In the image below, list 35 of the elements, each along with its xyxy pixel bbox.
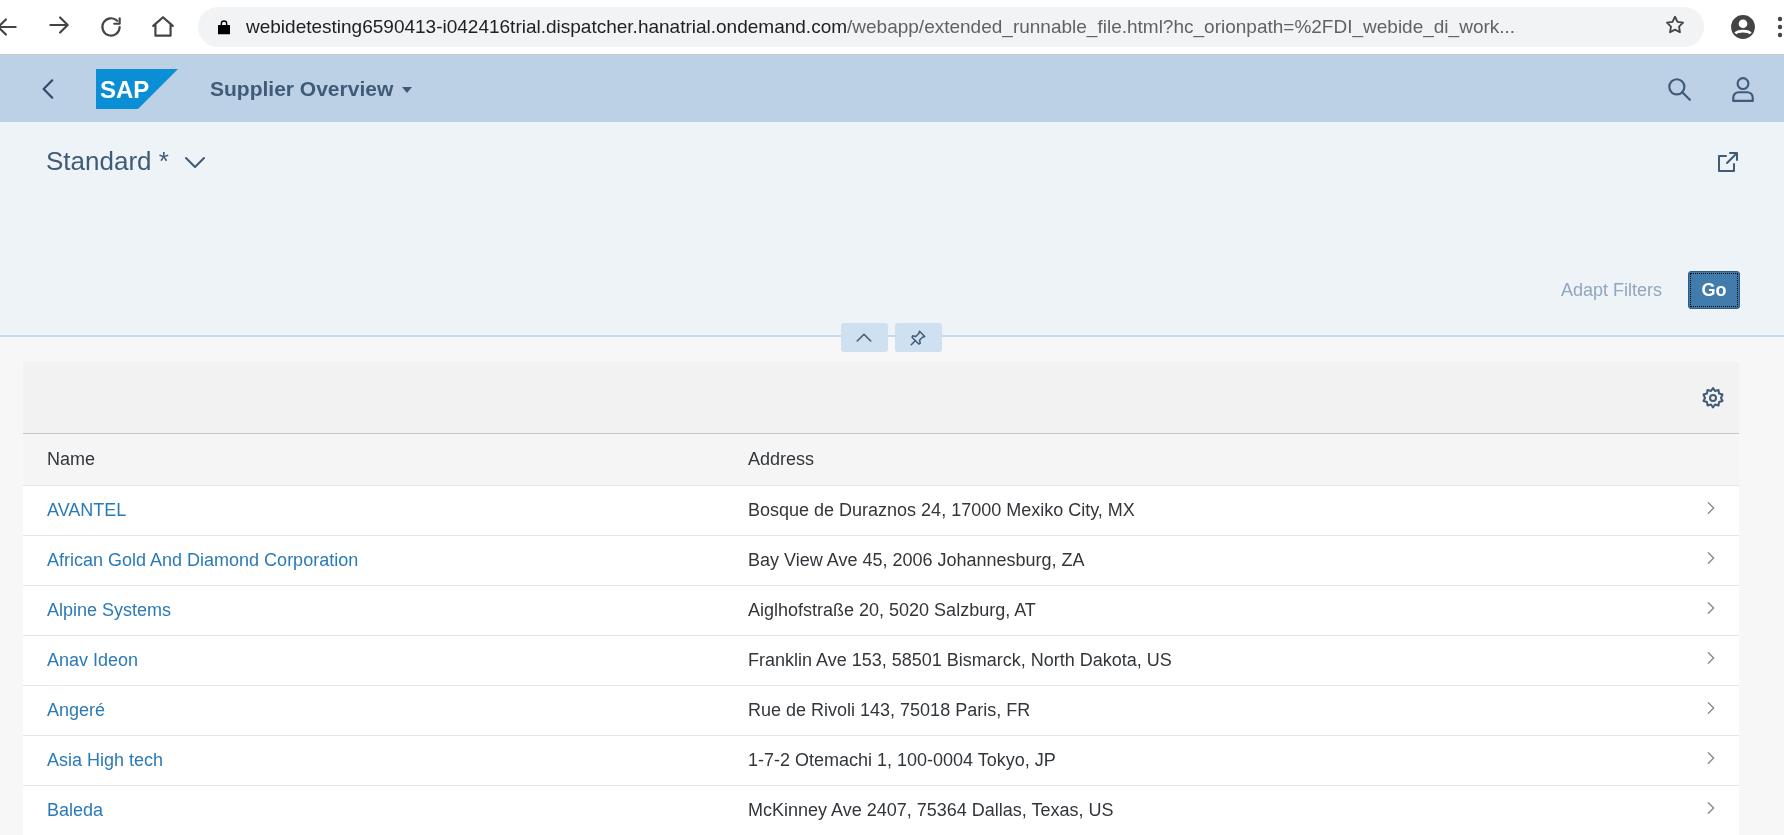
supplier-link[interactable]: African Gold And Diamond Corporation [47, 550, 359, 570]
address-cell: Rue de Rivoli 143, 75018 Paris, FR [724, 685, 1691, 736]
supplier-link[interactable]: AVANTEL [47, 500, 127, 520]
address-cell: Bay View Ave 45, 2006 Johannesburg, ZA [724, 535, 1691, 586]
search-icon [1666, 75, 1692, 102]
settings-icon [1701, 385, 1725, 410]
profile-icon[interactable] [1730, 14, 1756, 40]
search-button[interactable] [1666, 75, 1692, 102]
supplier-link[interactable]: Asia High tech [47, 750, 164, 770]
address-cell: Aiglhofstraße 20, 5020 Salzburg, AT [724, 585, 1691, 636]
star-icon[interactable] [1664, 13, 1686, 36]
user-button[interactable] [1730, 75, 1756, 102]
address-cell: 1-7-2 Otemachi 1, 100-0004 Tokyo, JP [724, 735, 1691, 786]
supplier-link[interactable]: Baleda [47, 800, 104, 820]
pin-icon [909, 328, 927, 347]
app-title-menu[interactable]: Supplier Overview [210, 76, 414, 101]
sap-logo[interactable]: SAP [96, 68, 178, 109]
lock-icon [216, 19, 232, 35]
reload-icon[interactable] [98, 14, 124, 40]
go-button[interactable]: Go [1688, 271, 1740, 309]
address-cell: McKinney Ave 2407, 75364 Dallas, Texas, US [724, 785, 1691, 835]
more-menu-icon[interactable] [1776, 15, 1784, 39]
supplier-link[interactable]: Angeré [47, 700, 106, 720]
address-bar[interactable]: webidetesting6590413-i042416trial.dispatcher.hanatrial.ondemand.com/webapp/extended_runnable_file.html?hc_orionpath=%2FDI_webide_di_work... [198, 7, 1704, 47]
supplier-link[interactable]: Anav Ideon [47, 650, 139, 670]
share-icon [1716, 149, 1740, 174]
share-button[interactable] [1716, 149, 1740, 174]
home-icon[interactable] [150, 14, 176, 40]
address-cell: Franklin Ave 153, 58501 Bismarck, North Dakota, US [724, 635, 1691, 686]
supplier-link[interactable]: Alpine Systems [47, 600, 172, 620]
pin-header-button[interactable] [894, 323, 942, 352]
user-icon [1730, 75, 1756, 102]
settings-button[interactable] [1701, 385, 1725, 410]
variant-selector[interactable]: Standard * [46, 146, 207, 177]
address-cell: Bosque de Duraznos 24, 17000 Mexiko City, MX [724, 485, 1691, 536]
